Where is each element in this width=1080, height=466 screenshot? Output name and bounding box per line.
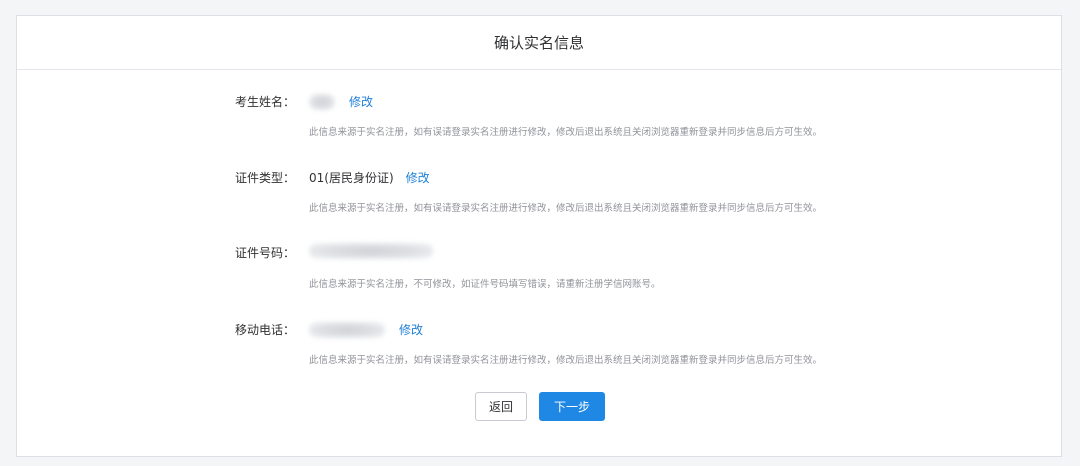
mobile-redacted (309, 322, 385, 338)
name-hint: 此信息来源于实名注册，如有误请登录实名注册进行修改，修改后退出系统且关闭浏览器重… (309, 127, 823, 138)
next-step-button[interactable]: 下一步 (539, 392, 605, 421)
mobile-hint: 此信息来源于实名注册，如有误请登录实名注册进行修改，修改后退出系统且关闭浏览器重… (309, 355, 823, 366)
mobile-label: 移动电话： (234, 323, 295, 337)
page-title-text: 确认实名信息 (493, 34, 584, 52)
name-redacted (309, 94, 335, 110)
id-type-value: 01(居民身份证) 修改 (309, 168, 430, 188)
field-row-mobile: 移动电话： 修改 (17, 320, 1061, 340)
id-number-label: 证件号码： (234, 246, 295, 260)
page-title: 确认实名信息 (17, 16, 1061, 70)
field-row-id-number: 证件号码： (17, 243, 1061, 263)
edit-id-type-link[interactable]: 修改 (406, 168, 430, 188)
back-button[interactable]: 返回 (475, 392, 527, 421)
id-number-hint: 此信息来源于实名注册，不可修改，如证件号码填写错误，请重新注册学信网账号。 (309, 279, 661, 290)
name-label: 考生姓名： (234, 95, 295, 109)
id-number-redacted (309, 243, 433, 259)
id-number-value (309, 243, 433, 259)
edit-name-link[interactable]: 修改 (349, 92, 373, 112)
id-type-hint: 此信息来源于实名注册，如有误请登录实名注册进行修改，修改后退出系统且关闭浏览器重… (309, 203, 823, 214)
field-row-name: 考生姓名： 修改 (17, 92, 1061, 112)
mobile-value: 修改 (309, 320, 423, 340)
id-type-label: 证件类型： (234, 171, 295, 185)
id-type-text: 01(居民身份证) (309, 171, 394, 185)
field-row-id-type: 证件类型： 01(居民身份证) 修改 (17, 168, 1061, 188)
edit-mobile-link[interactable]: 修改 (399, 320, 423, 340)
name-value: 修改 (309, 92, 373, 112)
confirm-info-card: 确认实名信息 考生姓名： 修改 此信息来源于实名注册，如有误请登录实名注册进行修… (16, 15, 1062, 457)
